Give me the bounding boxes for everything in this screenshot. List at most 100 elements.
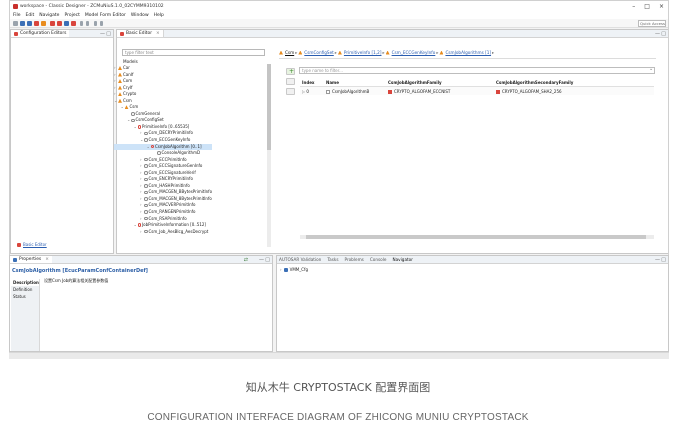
scrollbar-thumb[interactable] — [267, 64, 271, 150]
build-icon[interactable] — [64, 21, 69, 26]
models-label: Models — [123, 59, 138, 64]
tree-scrollbar[interactable] — [267, 64, 271, 247]
navigator-item[interactable]: › VMM_Cfg — [280, 267, 308, 272]
minimize-view-icon[interactable]: — — [655, 257, 660, 263]
table-hscrollbar[interactable] — [300, 235, 654, 239]
module-icon — [118, 79, 122, 84]
tree-filter-input[interactable]: type filter text — [122, 49, 265, 56]
container-icon — [326, 89, 330, 94]
remove-button[interactable] — [286, 78, 295, 85]
row-family[interactable]: CRYPTO_ALGOFAM_ECCNIST — [394, 89, 450, 94]
breadcrumb-separator-icon: ▸ — [382, 50, 385, 55]
close-button[interactable]: × — [659, 3, 664, 10]
tab-basic-editor[interactable]: Basic Editor × — [117, 30, 164, 38]
caption-chinese: 知从木牛 CRYPTOSTACK 配置界面图 — [245, 381, 431, 394]
chevron-down-icon[interactable]: ⌄ — [649, 66, 653, 72]
tree-node-label: CsmGeneral — [135, 110, 161, 116]
tab-autosar-validation[interactable]: AUTOSAR Validation — [279, 257, 321, 262]
menu-help[interactable]: Help — [154, 13, 164, 18]
import-icon[interactable] — [50, 21, 55, 26]
minimize-view-icon[interactable]: — — [100, 31, 105, 37]
container-icon — [144, 197, 148, 201]
chevron-down-icon[interactable]: ⌄ — [147, 144, 151, 151]
table-row[interactable]: ▷ 0 CsmJobAlgorithmB CRYPTO_ALGOFAM_ECCN… — [300, 87, 654, 95]
breadcrumb-item[interactable]: Csm_ECCGenKeyInfo — [392, 50, 436, 55]
validate-icon[interactable] — [34, 21, 39, 26]
tab-tasks[interactable]: Tasks — [327, 257, 338, 262]
menu-window[interactable]: Window — [131, 13, 149, 18]
bottom-tabs: AUTOSAR Validation Tasks Problems Consol… — [279, 257, 413, 262]
tree-node-label: Csm_Job_AesBlcg_AesDecrypt — [148, 228, 209, 234]
chevron-down-icon[interactable]: ⌄ — [121, 104, 125, 111]
tree-node-label: Csm_ECCPrimitInfo — [148, 156, 187, 162]
tree-node-label: Com — [123, 78, 133, 84]
description-text: 设置Csm Job的算法相关配置参数值 — [44, 278, 109, 283]
tab-configuration-editors[interactable]: Configuration Editors — [11, 30, 70, 38]
chevron-down-icon[interactable]: ⌄ — [114, 98, 118, 105]
dropdown-icon[interactable] — [100, 21, 103, 26]
breadcrumb-item[interactable]: Primitivelnfo [1,2] — [344, 50, 382, 55]
container-icon — [144, 131, 148, 136]
chevron-down-icon[interactable]: ⌄ — [134, 222, 138, 229]
container-table: Index Name CsmJobAlgorithmFamily CsmJobA… — [300, 79, 654, 95]
caption-english: CONFIGURATION INTERFACE DIAGRAM OF ZHICO… — [147, 412, 529, 423]
tab-description[interactable]: Description — [11, 279, 39, 286]
column-header-name[interactable]: Name — [326, 80, 388, 85]
forward-icon[interactable] — [86, 21, 89, 26]
maximize-view-icon[interactable]: □ — [265, 257, 270, 263]
tree-node[interactable]: › Csm_Job_AesBlcg_AesDecrypt — [114, 229, 212, 236]
container-icon — [144, 210, 148, 214]
breadcrumb-item[interactable]: CsmJobAlgorithms [1] — [445, 50, 491, 55]
close-tab-icon[interactable]: × — [45, 257, 49, 262]
basic-editor-link[interactable]: Basic Editor — [17, 242, 47, 247]
menu-edit[interactable]: Edit — [26, 13, 35, 18]
column-header-family[interactable]: CsmJobAlgorithmFamily — [388, 80, 496, 85]
new-icon[interactable] — [13, 21, 18, 26]
minimize-button[interactable]: – — [632, 3, 635, 10]
tab-navigator[interactable]: Navigator — [392, 257, 413, 262]
column-header-secondary-family[interactable]: CsmJobAlgorithmSecondaryFamily — [496, 80, 652, 85]
breadcrumb-item[interactable]: Csm — [285, 50, 294, 55]
tree-node-label: Csm_ECCSignatureGenInfo — [148, 163, 203, 169]
container-icon — [144, 164, 148, 168]
tab-definition[interactable]: Definition — [11, 286, 39, 293]
maximize-view-icon[interactable]: □ — [106, 31, 111, 37]
save-all-icon[interactable] — [27, 21, 32, 26]
menu-project[interactable]: Project — [64, 13, 79, 18]
maximize-view-icon[interactable]: □ — [661, 31, 666, 37]
save-icon[interactable] — [20, 21, 25, 26]
back-icon[interactable] — [80, 21, 83, 26]
chevron-down-icon[interactable]: ⌄ — [134, 124, 138, 131]
tab-console[interactable]: Console — [370, 257, 387, 262]
pin-icon[interactable]: ⇄ — [244, 257, 248, 263]
tab-status[interactable]: Status — [11, 293, 39, 300]
close-tab-icon[interactable]: × — [156, 31, 160, 36]
properties-icon — [13, 257, 17, 262]
scrollbar-thumb[interactable] — [306, 235, 646, 239]
maximize-button[interactable]: □ — [644, 3, 650, 10]
add-button[interactable]: + — [286, 68, 295, 75]
expand-icon[interactable]: ▷ — [302, 89, 305, 94]
export-icon[interactable] — [57, 21, 62, 26]
menu-model-form-editor[interactable]: Model Form Editor — [85, 13, 126, 18]
dropdown-icon[interactable] — [94, 21, 97, 26]
minimize-view-icon[interactable]: — — [655, 31, 660, 37]
generate-icon[interactable] — [41, 21, 46, 26]
column-header-index[interactable]: Index — [300, 80, 326, 85]
tab-problems[interactable]: Problems — [345, 257, 364, 262]
tab-properties[interactable]: Properties × — [10, 256, 52, 264]
container-icon — [144, 138, 148, 142]
chevron-right-icon[interactable]: › — [280, 267, 282, 272]
row-secondary-family[interactable]: CRYPTO_ALGOFAM_SHA2_256 — [502, 89, 562, 94]
menu-navigate[interactable]: Navigate — [39, 13, 59, 18]
run-icon[interactable] — [71, 21, 76, 26]
maximize-view-icon[interactable]: □ — [661, 257, 666, 263]
editor-icon — [120, 31, 124, 36]
minimize-view-icon[interactable]: — — [259, 257, 264, 263]
table-filter-input[interactable]: type name to filter... — [299, 67, 655, 74]
menu-file[interactable]: File — [13, 13, 21, 18]
quick-access-input[interactable]: Quick Access — [638, 20, 666, 27]
duplicate-button[interactable] — [286, 88, 295, 95]
breadcrumb-item[interactable]: CsmConfigSet — [304, 50, 334, 55]
editor-icon — [14, 31, 18, 36]
